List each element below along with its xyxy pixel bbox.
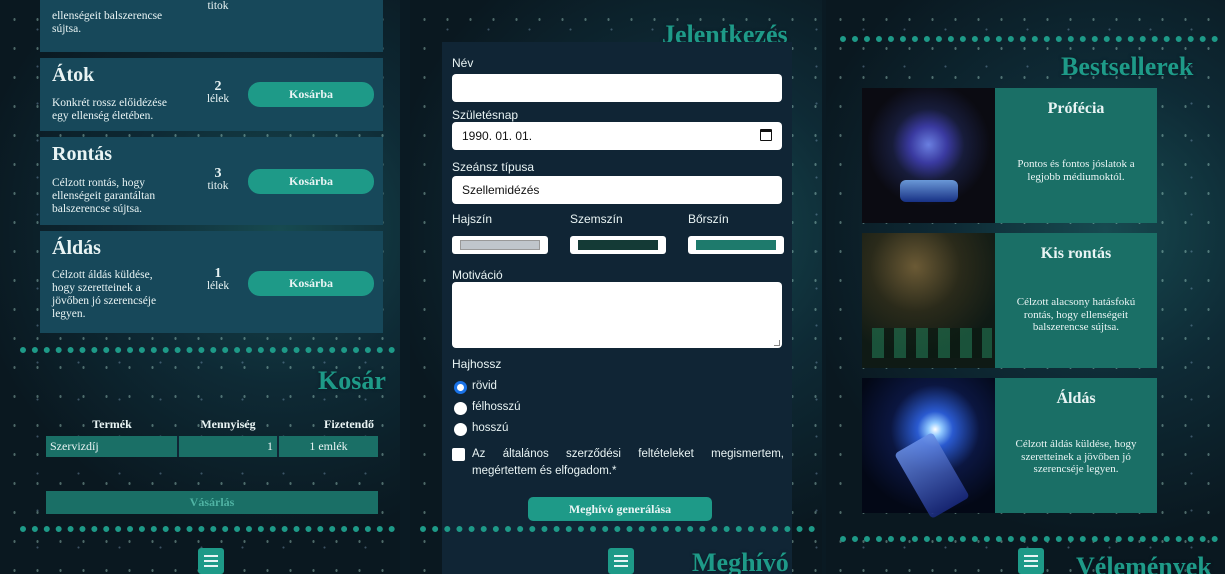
bestsellers-title: Bestsellerek (1061, 52, 1194, 81)
qty-value: 1 (214, 266, 222, 281)
product-card: Rontás Célzott rontás, hogy ellenségeit … (40, 137, 383, 225)
eye-color-swatch (578, 240, 658, 250)
product-card: ellenségeit balszerencse sújtsa. titok (40, 0, 383, 52)
product-name: Áldás (52, 237, 101, 259)
bestseller-desc: Célzott áldás küldése, hogy szeretteinek… (1015, 438, 1137, 475)
product-desc: Célzott áldás küldése, hogy szeretteinek… (52, 269, 157, 320)
calendar-icon[interactable] (760, 129, 772, 141)
invite-title: Meghívó (692, 548, 789, 574)
add-to-cart-button[interactable]: Kosárba (248, 169, 374, 194)
divider (840, 36, 1218, 42)
products-panel: ellenségeit balszerencse sújtsa. titok Á… (0, 0, 400, 574)
qty-value: 3 (214, 166, 222, 181)
name-input[interactable] (452, 74, 782, 102)
hair-length-label: Hajhossz (452, 357, 502, 371)
bestseller-info: Áldás Célzott áldás küldése, hogy szeret… (995, 378, 1157, 513)
generate-invite-button[interactable]: Meghívó generálása (528, 497, 712, 521)
hair-color-swatch (460, 240, 540, 250)
birthday-input[interactable]: 1990. 01. 01. (452, 122, 782, 150)
add-to-cart-button[interactable]: Kosárba (248, 271, 374, 296)
product-desc: ellenségeit balszerencse sújtsa. (52, 10, 163, 35)
product-desc: Célzott rontás, hogy ellenségeit garantá… (52, 177, 156, 215)
form-panel: Jelentkezés Név Születésnap 1990. 01. 01… (410, 0, 822, 574)
product-qty: 1 lélek (202, 267, 234, 293)
table-row: Szervizdíj 1 1 emlék (46, 436, 378, 457)
divider (20, 347, 395, 353)
bestseller-card: Áldás Célzott áldás küldése, hogy szeret… (862, 378, 1157, 519)
product-desc: Konkrét rossz előidézése egy ellenség él… (52, 97, 167, 122)
radio-label: rövid (472, 380, 497, 392)
terms-text: Az általános szerződési feltételeket meg… (472, 448, 784, 477)
qty-unit: lélek (206, 93, 230, 105)
radio-medium[interactable] (454, 402, 467, 415)
divider (840, 536, 1218, 542)
qty-unit: titok (207, 180, 229, 192)
table-cell: 1 emlék (309, 439, 348, 453)
table-header-row: Termék Mennyiség Fizetendő (46, 413, 378, 436)
skin-color-picker[interactable] (688, 236, 784, 254)
application-form: Név Születésnap 1990. 01. 01. Szeánsz tí… (442, 42, 792, 574)
divider (20, 526, 395, 532)
radio-short[interactable] (454, 381, 467, 394)
product-qty: 2 lélek (202, 80, 234, 106)
candle-image (862, 378, 995, 519)
birthday-value: 1990. 01. 01. (462, 129, 533, 143)
bestseller-desc: Célzott alacsony hatásfokú rontás, hogy … (1016, 296, 1136, 333)
motivation-textarea[interactable] (452, 282, 782, 348)
eye-color-picker[interactable] (570, 236, 666, 254)
reviews-title: Vélemények (1076, 552, 1212, 574)
add-to-cart-button[interactable]: Kosárba (248, 82, 374, 107)
column-header: Mennyiség (200, 417, 256, 431)
skin-color-swatch (696, 240, 776, 250)
hair-color-picker[interactable] (452, 236, 548, 254)
menu-icon[interactable] (1018, 548, 1044, 574)
seance-select[interactable]: Szellemidézés (452, 176, 782, 204)
radio-long[interactable] (454, 423, 467, 436)
crystal-ball-image (862, 88, 995, 223)
product-qty-unit: titok (207, 0, 229, 12)
hair-color-label: Hajszín (452, 212, 493, 226)
buy-button[interactable]: Vásárlás (46, 491, 378, 514)
bestseller-info: Prófécia Pontos és fontos jóslatok a leg… (995, 88, 1157, 223)
product-name: Rontás (52, 143, 113, 165)
column-header: Fizetendő (324, 417, 374, 431)
bestseller-card: Kis rontás Célzott alacsony hatásfokú ro… (862, 233, 1157, 368)
seance-label: Szeánsz típusa (452, 160, 535, 174)
table-cell: 1 (178, 436, 279, 457)
bestseller-info: Kis rontás Célzott alacsony hatásfokú ro… (995, 233, 1157, 368)
motivation-label: Motiváció (452, 268, 503, 282)
eye-color-label: Szemszín (570, 212, 623, 226)
radio-label: félhosszú (472, 401, 521, 413)
product-name: Átok (52, 64, 95, 86)
bestseller-name: Áldás (1056, 390, 1096, 407)
birthday-label: Születésnap (452, 108, 519, 122)
resize-handle-icon[interactable] (774, 340, 780, 346)
cart-table: Termék Mennyiség Fizetendő Szervizdíj 1 … (46, 413, 378, 457)
qty-value: 2 (214, 79, 222, 94)
bestseller-name: Kis rontás (1040, 245, 1112, 262)
cart-title: Kosár (318, 366, 386, 395)
product-card: Áldás Célzott áldás küldése, hogy szeret… (40, 231, 383, 333)
product-card: Átok Konkrét rossz előidézése egy ellens… (40, 58, 383, 131)
table-cell: Szervizdíj (46, 436, 179, 457)
terms-checkbox[interactable] (452, 448, 465, 461)
product-qty: 3 titok (202, 167, 234, 193)
divider (420, 526, 815, 532)
radio-label: hosszú (472, 422, 509, 434)
skin-color-label: Bőrszín (688, 212, 729, 226)
ritual-room-image (862, 233, 995, 368)
bestseller-name: Prófécia (1047, 100, 1105, 117)
name-label: Név (452, 56, 474, 70)
bestsellers-panel: Bestsellerek Prófécia Pontos és fontos j… (826, 0, 1225, 574)
column-header: Termék (92, 417, 132, 431)
bestseller-card: Prófécia Pontos és fontos jóslatok a leg… (862, 88, 1157, 223)
menu-icon[interactable] (608, 548, 634, 574)
menu-icon[interactable] (198, 548, 224, 574)
bestseller-desc: Pontos és fontos jóslatok a legjobb médi… (1017, 158, 1135, 183)
qty-unit: lélek (206, 280, 230, 292)
